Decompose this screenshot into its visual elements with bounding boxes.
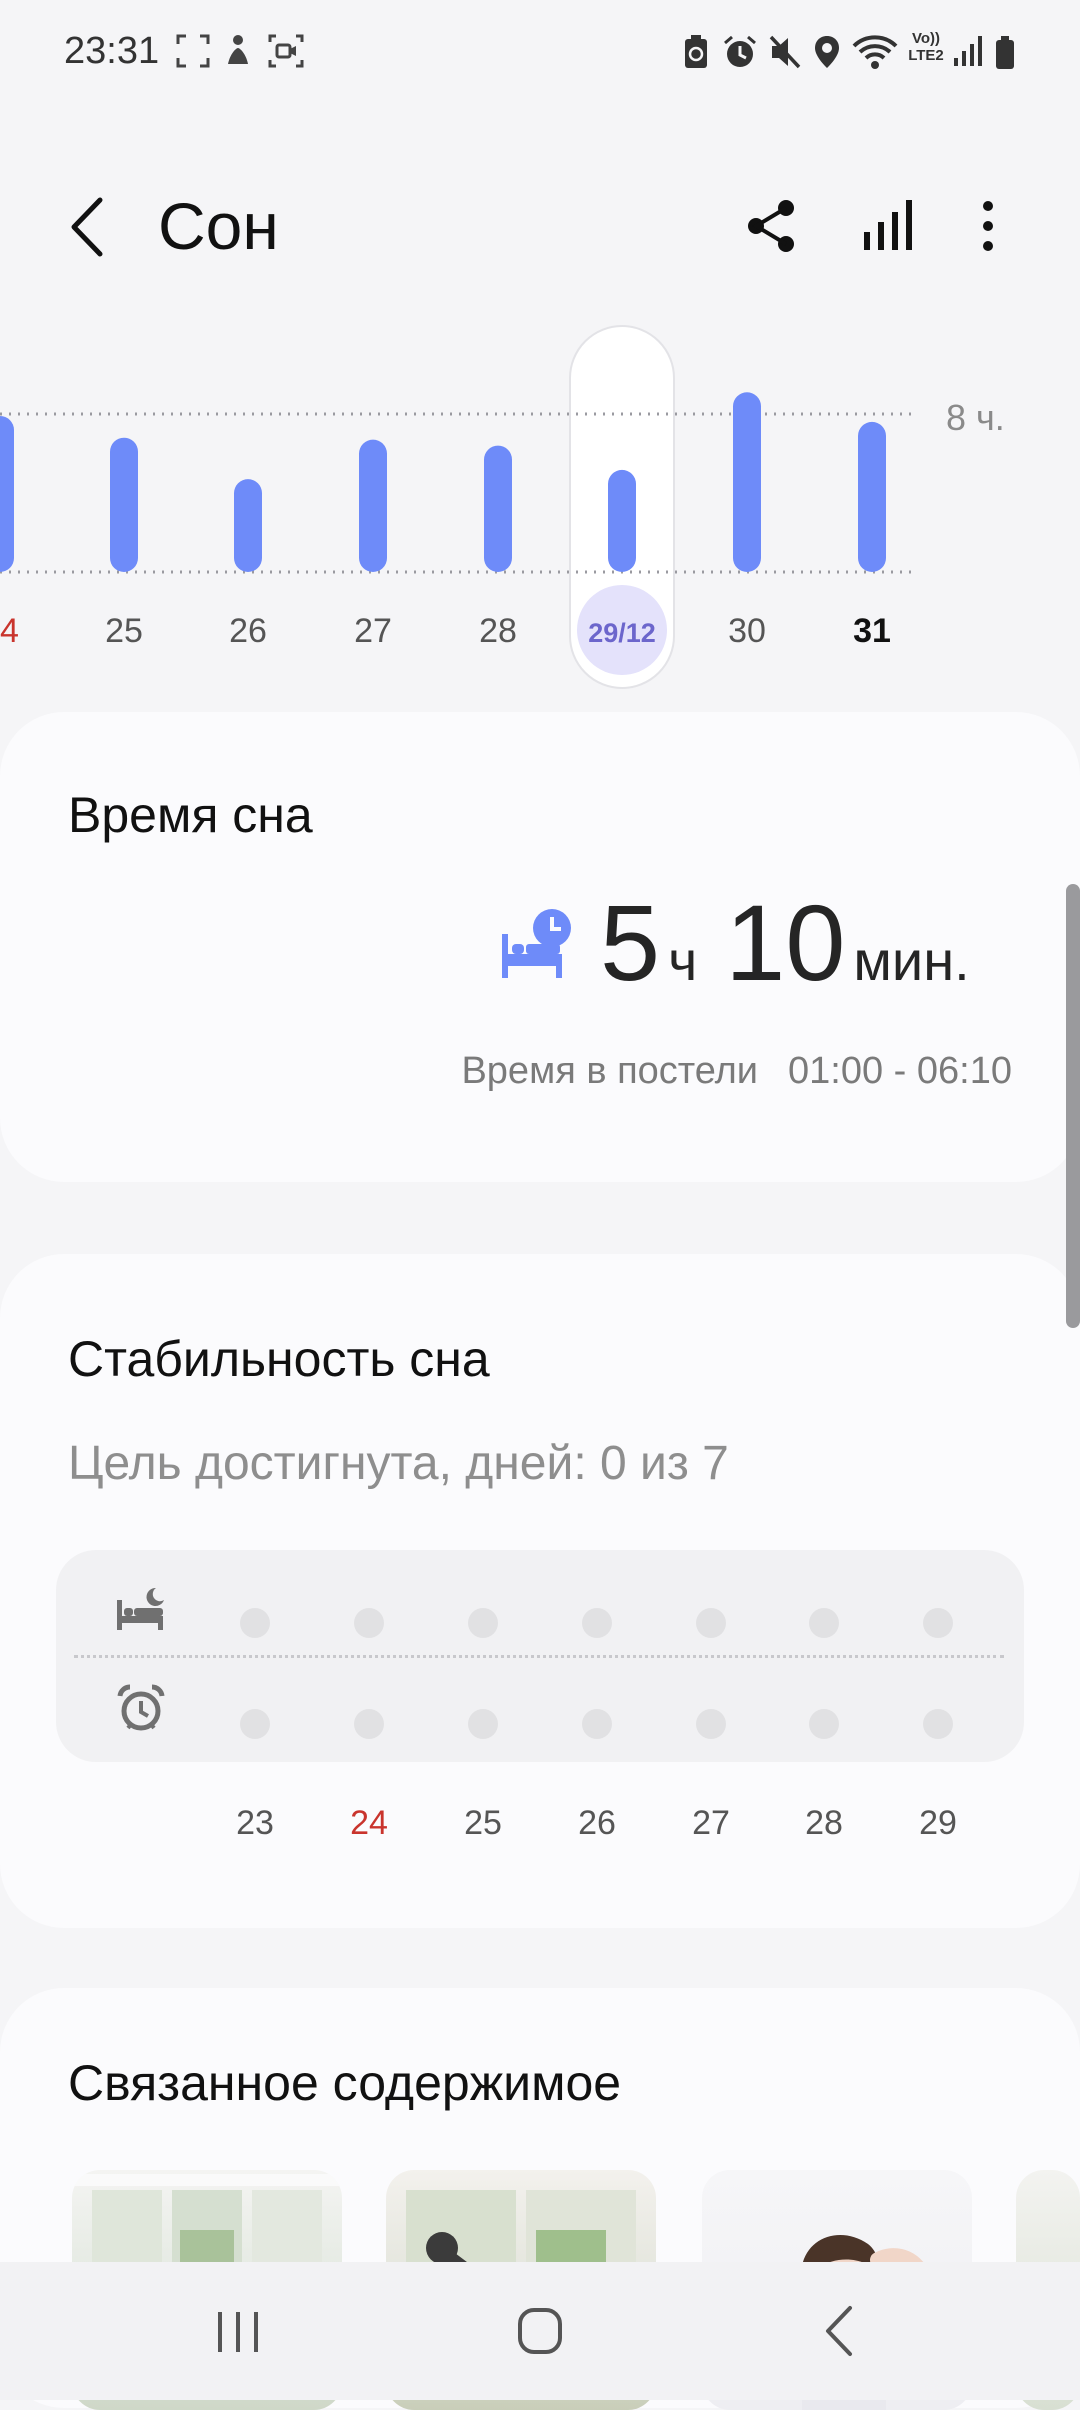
consistency-day-label: 24	[350, 1804, 388, 1842]
consistency-day-label: 27	[692, 1804, 730, 1842]
navigation-bar	[0, 2262, 1080, 2400]
in-bed-label: Время в постели	[461, 1050, 759, 1092]
sleep-bar-31[interactable]	[858, 421, 886, 572]
bed-clock-icon	[502, 909, 571, 978]
grid-divider	[74, 1655, 1004, 1658]
day-tick-label[interactable]: 25	[105, 612, 143, 650]
consistency-day-label: 23	[236, 1804, 274, 1842]
labels-group: 24 25 26 27 28 29/12 30 31	[0, 585, 891, 675]
consistency-title: Стабильность сна	[68, 1331, 490, 1387]
reference-line-label: 8 ч.	[946, 397, 1005, 438]
home-icon	[518, 2308, 562, 2354]
screenshot-icon	[176, 34, 210, 68]
day-tick-label[interactable]: 24	[0, 612, 19, 650]
hours-unit: ч	[668, 929, 698, 992]
day-tick-label[interactable]: 27	[354, 612, 392, 650]
hours-value: 5	[600, 882, 661, 1003]
wake-dot	[582, 1709, 612, 1739]
bedtime-dot	[240, 1608, 270, 1638]
share-icon	[748, 200, 794, 252]
in-bed-row: Время в постели 01:00 - 06:10	[461, 1050, 1012, 1093]
related-title: Связанное содержимое	[68, 2055, 622, 2111]
page-title: Сон	[158, 189, 279, 263]
wake-dot	[354, 1709, 384, 1739]
recent-apps-button[interactable]	[198, 2302, 278, 2362]
minutes-value: 10	[725, 882, 846, 1003]
volte-label: Vo)) LTE2	[908, 30, 944, 64]
day-tick-label[interactable]: 31	[853, 612, 891, 650]
location-icon	[815, 36, 839, 68]
scrollbar-thumb[interactable]	[1066, 884, 1080, 1328]
day-tick-label[interactable]: 28	[479, 612, 517, 650]
accessibility-icon	[228, 35, 248, 64]
bars-group	[0, 392, 886, 572]
bedtime-dot	[923, 1608, 953, 1638]
home-button[interactable]	[500, 2302, 580, 2362]
alarm-icon	[724, 35, 756, 67]
wake-dot	[240, 1709, 270, 1739]
bedtime-dot	[354, 1608, 384, 1638]
sleep-chart[interactable]: 8 ч. 24 25 26 27 28 29/12 30 31	[0, 320, 1080, 700]
sleep-bar-27[interactable]	[359, 439, 387, 572]
battery-icon	[996, 36, 1014, 69]
sleep-bar-26[interactable]	[234, 479, 262, 572]
back-button[interactable]	[60, 192, 120, 262]
back-icon	[826, 2306, 852, 2356]
recent-apps-icon	[218, 2312, 258, 2352]
consistency-day-label: 25	[464, 1804, 502, 1842]
bedtime-dot	[696, 1608, 726, 1638]
wifi-icon	[852, 35, 898, 69]
nav-back-button[interactable]	[802, 2302, 882, 2362]
day-tick-label[interactable]: 30	[728, 612, 766, 650]
bedtime-dot	[468, 1608, 498, 1638]
status-bar: 23:31 Vo)) LTE2	[0, 0, 1080, 110]
bedtime-icon	[117, 1587, 164, 1630]
share-button[interactable]	[744, 196, 800, 256]
consistency-day-label: 26	[578, 1804, 616, 1842]
wake-dot	[809, 1709, 839, 1739]
sleep-duration: 5 ч 10 мин.	[600, 880, 970, 1005]
wake-dot	[696, 1709, 726, 1739]
battery-saver-icon	[685, 35, 707, 68]
consistency-day-label: 29	[919, 1804, 957, 1842]
status-time: 23:31	[64, 30, 160, 72]
more-icon	[983, 201, 993, 251]
sleep-bar-25[interactable]	[110, 437, 138, 572]
stats-icon	[864, 200, 912, 250]
wake-dot	[923, 1709, 953, 1739]
more-button[interactable]	[972, 196, 1004, 256]
sleep-bar-28[interactable]	[484, 445, 512, 572]
signal-icon	[954, 36, 982, 66]
sleep-bar-29/12[interactable]	[608, 469, 636, 572]
screen-record-icon	[268, 34, 304, 68]
sleep-time-title: Время сна	[68, 787, 313, 843]
day-tick-label[interactable]: 26	[229, 612, 267, 650]
mute-icon	[769, 35, 801, 69]
sleep-bar-30[interactable]	[733, 392, 761, 572]
sleep-bar-24[interactable]	[0, 415, 14, 572]
goal-subtitle: Цель достигнута, дней: 0 из 7	[68, 1437, 729, 1490]
day-tick-label[interactable]: 29/12	[588, 618, 656, 648]
alarm-wake-icon	[117, 1684, 165, 1731]
consistency-day-label: 28	[805, 1804, 843, 1842]
minutes-unit: мин.	[853, 929, 970, 992]
stats-button[interactable]	[858, 196, 918, 256]
bedtime-dot	[582, 1608, 612, 1638]
wake-dot	[468, 1709, 498, 1739]
bedtime-dot	[809, 1608, 839, 1638]
in-bed-range: 01:00 - 06:10	[788, 1050, 1012, 1092]
